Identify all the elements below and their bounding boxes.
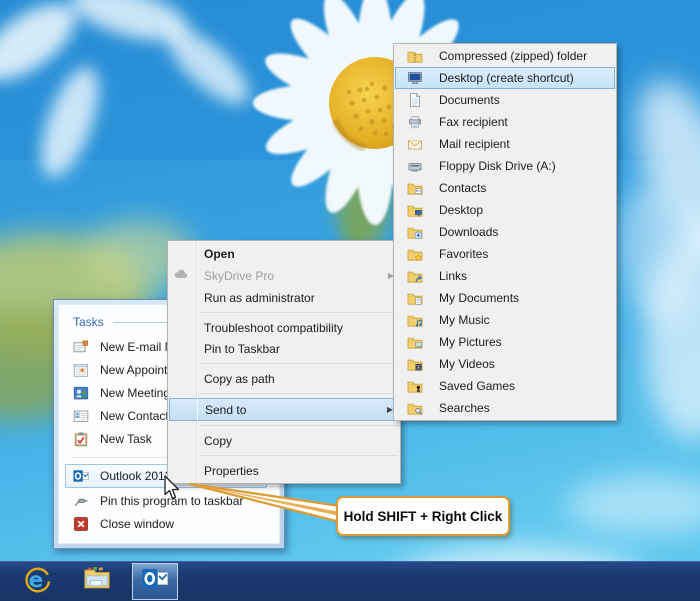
- outlook-logo-icon: [73, 468, 89, 484]
- sendto-item-label: My Pictures: [439, 335, 502, 349]
- context-menu-item-open[interactable]: Open: [168, 243, 400, 264]
- folder-music-icon: [407, 312, 423, 328]
- new-meeting-icon: [73, 385, 89, 401]
- sendto-item-contacts[interactable]: Contacts: [394, 177, 616, 199]
- sendto-item-compressed-zipped-folder[interactable]: Compressed (zipped) folder: [394, 45, 616, 67]
- menu-separator: [200, 363, 398, 364]
- sendto-item-desktop-create-shortcut[interactable]: Desktop (create shortcut): [395, 67, 615, 89]
- menu-item-label: Copy: [204, 433, 233, 448]
- sendto-item-favorites[interactable]: Favorites: [394, 243, 616, 265]
- context-menu-item-pin-to-taskbar[interactable]: Pin to Taskbar: [168, 338, 400, 359]
- menu-separator: [200, 312, 398, 313]
- close-x-icon: [73, 516, 89, 532]
- sendto-item-label: My Documents: [439, 291, 520, 305]
- callout-text: Hold SHIFT + Right Click: [343, 508, 503, 524]
- taskbar-item-outlook[interactable]: [132, 563, 178, 600]
- sendto-item-label: Mail recipient: [439, 137, 510, 151]
- sendto-item-label: Favorites: [439, 247, 489, 261]
- folder-contacts-icon: [407, 180, 423, 196]
- sendto-item-my-documents[interactable]: My Documents: [394, 287, 616, 309]
- taskbar-item-internet-explorer[interactable]: e: [14, 563, 60, 600]
- sendto-item-label: Links: [439, 269, 468, 283]
- sendto-item-label: Fax recipient: [439, 115, 508, 129]
- jumplist-item-label: New Meeting: [100, 385, 171, 400]
- tasks-header-label: Tasks: [73, 315, 104, 329]
- ie-icon: e: [22, 564, 52, 599]
- menu-item-label: Troubleshoot compatibility: [204, 320, 343, 335]
- cloud-icon: [173, 266, 190, 283]
- context-menu-item-copy-as-path[interactable]: Copy as path: [168, 368, 400, 389]
- new-contact-icon: [73, 408, 89, 424]
- sendto-item-my-pictures[interactable]: My Pictures: [394, 331, 616, 353]
- taskbar-item-file-explorer[interactable]: [74, 563, 120, 600]
- new-email-icon: [73, 339, 89, 355]
- zip-folder-icon: [407, 48, 423, 64]
- folder-search-icon: [407, 400, 423, 416]
- folder-videos-icon: [407, 356, 423, 372]
- menu-item-label: Run as administrator: [204, 290, 315, 305]
- taskbar: e: [0, 561, 700, 601]
- menu-separator: [200, 425, 398, 426]
- menu-item-label: Copy as path: [204, 371, 275, 386]
- monitor-icon: [407, 70, 423, 86]
- sendto-item-saved-games[interactable]: Saved Games: [394, 375, 616, 397]
- sendto-item-downloads[interactable]: Downloads: [394, 221, 616, 243]
- document-icon: [407, 92, 423, 108]
- folder-downloads-icon: [407, 224, 423, 240]
- sendto-item-my-music[interactable]: My Music: [394, 309, 616, 331]
- menu-item-label: SkyDrive Pro: [204, 268, 275, 283]
- sendto-item-fax-recipient[interactable]: Fax recipient: [394, 111, 616, 133]
- jumplist-item-label: New Task: [100, 431, 152, 446]
- context-menu-item-run-as-administrator[interactable]: Run as administrator: [168, 287, 400, 308]
- sendto-item-links[interactable]: Links: [394, 265, 616, 287]
- sendto-item-label: Floppy Disk Drive (A:): [439, 159, 556, 173]
- callout-annotation: Hold SHIFT + Right Click: [336, 496, 510, 536]
- menu-item-label: Send to: [205, 402, 247, 417]
- sendto-item-label: Downloads: [439, 225, 499, 239]
- menu-separator: [200, 393, 398, 394]
- folder-pictures-icon: [407, 334, 423, 350]
- sendto-item-label: My Music: [439, 313, 490, 327]
- sendto-item-documents[interactable]: Documents: [394, 89, 616, 111]
- sendto-item-label: Contacts: [439, 181, 487, 195]
- folder-favorites-icon: [407, 246, 423, 262]
- sendto-item-label: Compressed (zipped) folder: [439, 49, 588, 63]
- outlook-logo-big-icon: [141, 565, 169, 598]
- floppy-icon: [407, 158, 423, 174]
- jumplist-item-label: New Contact: [100, 408, 169, 423]
- folder-games-icon: [407, 378, 423, 394]
- folder-links-icon: [407, 268, 423, 284]
- new-appointment-icon: [73, 362, 89, 378]
- mouse-cursor: [164, 475, 180, 500]
- sendto-item-label: Saved Games: [439, 379, 516, 393]
- context-menu: Open SkyDrive Pro ▶ Run as administrator Tro…: [167, 240, 401, 484]
- sendto-item-label: Desktop: [439, 203, 484, 217]
- context-menu-item-copy[interactable]: Copy: [168, 430, 400, 451]
- sendto-item-searches[interactable]: Searches: [394, 397, 616, 419]
- context-menu-item-skydrive-pro[interactable]: SkyDrive Pro ▶: [168, 264, 400, 287]
- sendto-item-label: Desktop (create shortcut): [439, 71, 574, 85]
- sendto-item-floppy-disk-drive-a[interactable]: Floppy Disk Drive (A:): [394, 155, 616, 177]
- context-menu-item-send-to[interactable]: Send to ▶: [169, 398, 399, 421]
- send-to-submenu: Compressed (zipped) folder Desktop (creat…: [393, 43, 617, 421]
- menu-separator: [200, 455, 398, 456]
- sendto-item-label: My Videos: [439, 357, 495, 371]
- new-task-icon: [73, 431, 89, 447]
- folder-desktop-icon: [407, 202, 423, 218]
- menu-item-label: Open: [204, 246, 235, 261]
- sendto-item-my-videos[interactable]: My Videos: [394, 353, 616, 375]
- explorer-icon: [82, 564, 112, 599]
- sendto-item-label: Documents: [439, 93, 500, 107]
- pin-icon: [73, 493, 89, 509]
- menu-item-label: Pin to Taskbar: [204, 341, 280, 356]
- mail-icon: [407, 136, 423, 152]
- context-menu-item-troubleshoot-compatibility[interactable]: Troubleshoot compatibility: [168, 317, 400, 338]
- folder-documents-icon: [407, 290, 423, 306]
- fax-icon: [407, 114, 423, 130]
- sendto-item-mail-recipient[interactable]: Mail recipient: [394, 133, 616, 155]
- sendto-item-label: Searches: [439, 401, 490, 415]
- sendto-item-desktop[interactable]: Desktop: [394, 199, 616, 221]
